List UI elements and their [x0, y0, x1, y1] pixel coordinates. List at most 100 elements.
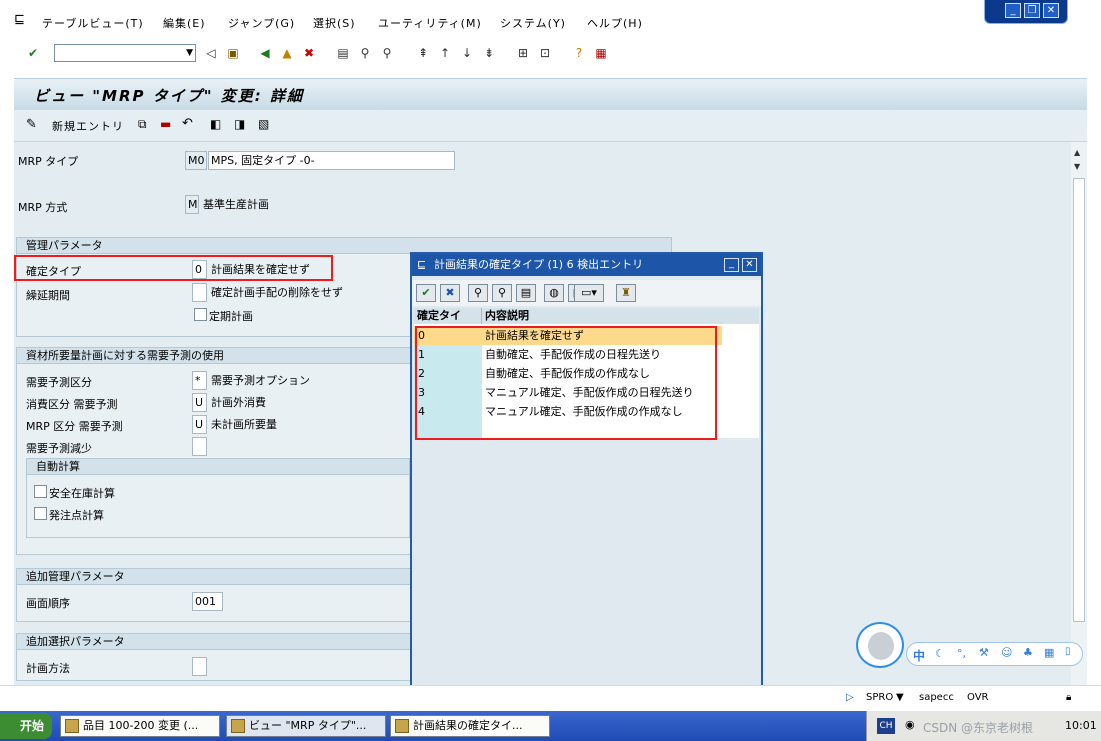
- taskbar-item-label: 品目 100-200 変更 (...: [83, 719, 199, 732]
- save-icon[interactable]: ▣: [224, 44, 242, 62]
- new-session-icon[interactable]: ⊞: [514, 44, 532, 62]
- clock[interactable]: 10:01: [1065, 719, 1097, 732]
- status-bar: ▷ SPRO ▼ sapecc OVR 🔒︎: [0, 685, 1101, 711]
- column-header-description[interactable]: 内容説明: [482, 308, 759, 324]
- exit-icon[interactable]: ▲: [278, 44, 296, 62]
- taskbar-item-label: 計画結果の確定タイ...: [413, 719, 523, 732]
- command-field[interactable]: ▼: [54, 44, 196, 62]
- enter-icon[interactable]: ✔: [24, 44, 42, 62]
- first-page-icon[interactable]: ⇞: [414, 44, 432, 62]
- status-play-icon[interactable]: ▷: [846, 692, 854, 703]
- find-icon[interactable]: ⚲: [468, 284, 488, 302]
- assistant-avatar[interactable]: [856, 622, 904, 668]
- next-page-icon[interactable]: ↓: [458, 44, 476, 62]
- menu-goto[interactable]: ジャンプ(G): [228, 15, 295, 31]
- forecast-reduction-field[interactable]: [192, 437, 207, 456]
- prev-page-icon[interactable]: ↑: [436, 44, 454, 62]
- emoji-icon[interactable]: ☺: [1001, 646, 1012, 659]
- forecast-indicator-description: 需要予測オプション: [211, 374, 310, 387]
- popup-toolbar: ✔ ✖ ⚲ ⚲ ▤ ◍ ▦ ▭▾ ♜: [412, 280, 761, 306]
- moon-icon[interactable]: ☾: [935, 647, 945, 660]
- taskbar-item-firming-type[interactable]: 計画結果の確定タイ...: [390, 715, 550, 737]
- start-button[interactable]: 开始: [0, 713, 52, 739]
- group-title: 追加管理パラメータ: [17, 569, 415, 585]
- consumption-indicator-field[interactable]: U: [192, 393, 207, 412]
- tray-icon[interactable]: ◉: [905, 718, 915, 731]
- menu-table-view[interactable]: テーブルビュー(T): [42, 15, 144, 31]
- rollforward-period-field[interactable]: [192, 283, 207, 302]
- safety-stock-checkbox[interactable]: [34, 485, 47, 498]
- menu-icon[interactable]: ⊑: [14, 12, 25, 27]
- next-entry-icon[interactable]: ◨: [234, 117, 245, 131]
- mrp-procedure-field[interactable]: M: [185, 195, 199, 214]
- periodic-planning-checkbox[interactable]: [194, 308, 207, 321]
- taskbar-item-mrp-view[interactable]: ビュー "MRP タイプ"...: [226, 715, 386, 737]
- select-icon[interactable]: ▧: [258, 117, 269, 131]
- mrp-type-field[interactable]: M0: [185, 151, 207, 170]
- page-title: ビュー "MRP タイプ" 変更: 詳細: [34, 87, 304, 105]
- print-icon[interactable]: ▭▾: [574, 284, 604, 302]
- restore-icon[interactable]: ❐: [1024, 3, 1040, 18]
- group-title: 資材所要量計画に対する需要予測の使用: [17, 348, 415, 364]
- cancel-icon[interactable]: ✖: [440, 284, 460, 302]
- undo-icon[interactable]: ↶: [182, 116, 193, 131]
- delete-icon[interactable]: ▬: [160, 117, 171, 131]
- menu-help[interactable]: ヘルプ(H): [587, 15, 643, 31]
- close-icon[interactable]: ✕: [1043, 3, 1059, 18]
- punct-icon[interactable]: °,: [957, 647, 966, 660]
- mrp-indicator-field[interactable]: U: [192, 415, 207, 434]
- find-next-icon[interactable]: ⚲: [492, 284, 512, 302]
- scroll-thumb[interactable]: [1073, 178, 1085, 622]
- lock-icon[interactable]: ▯: [1065, 646, 1071, 657]
- menu-system[interactable]: システム(Y): [500, 15, 566, 31]
- info-icon[interactable]: ◍: [544, 284, 564, 302]
- language-toggle[interactable]: 中: [913, 647, 925, 664]
- consumption-indicator-description: 計画外消費: [211, 396, 266, 409]
- mrp-procedure-label: MRP 方式: [18, 201, 68, 214]
- popup-minimize-icon[interactable]: _: [724, 258, 739, 272]
- last-page-icon[interactable]: ⇟: [480, 44, 498, 62]
- forecast-reduction-label: 需要予測減少: [26, 442, 92, 455]
- hierarchy-icon[interactable]: ♜: [616, 284, 636, 302]
- help-icon[interactable]: ?: [570, 44, 588, 62]
- new-entries-button[interactable]: 新規エントリ: [52, 118, 124, 134]
- back-arrow-icon[interactable]: ◁: [202, 44, 220, 62]
- group-title: 自動計算: [27, 459, 409, 475]
- planning-method-field[interactable]: [192, 657, 207, 676]
- grid-icon[interactable]: ▦: [1044, 646, 1054, 659]
- menu-selection[interactable]: 選択(S): [313, 15, 356, 31]
- wrench-icon[interactable]: ⚒: [979, 646, 989, 659]
- cancel-icon[interactable]: ✖: [300, 44, 318, 62]
- find-icon[interactable]: ⚲: [356, 44, 374, 62]
- column-header-key[interactable]: 確定タイ: [414, 308, 482, 324]
- confirm-icon[interactable]: ✔: [416, 284, 436, 302]
- copy-icon[interactable]: ⧉: [138, 117, 147, 132]
- menu-edit[interactable]: 編集(E): [163, 15, 206, 31]
- screen-sequence-field[interactable]: 001: [192, 592, 223, 611]
- minimize-icon[interactable]: _: [1005, 3, 1021, 18]
- forecast-indicator-field[interactable]: *: [192, 371, 207, 390]
- taskbar-item-material[interactable]: 品目 100-200 変更 (...: [60, 715, 220, 737]
- system-dropdown-icon[interactable]: ▼: [896, 692, 904, 703]
- window-icon: [231, 719, 245, 733]
- reorder-point-checkbox[interactable]: [34, 507, 47, 520]
- back-icon[interactable]: ◀: [256, 44, 274, 62]
- popup-window-icon: ⊑: [417, 258, 427, 271]
- popup-close-icon[interactable]: ✕: [742, 258, 757, 272]
- print-icon[interactable]: ▤: [334, 44, 352, 62]
- layout-icon[interactable]: ▦: [592, 44, 610, 62]
- find-next-icon[interactable]: ⚲: [378, 44, 396, 62]
- shirt-icon[interactable]: ♣: [1023, 646, 1033, 659]
- group-title: 追加選択パラメータ: [17, 634, 415, 650]
- new-entry-icon[interactable]: ✎: [26, 117, 37, 132]
- previous-entry-icon[interactable]: ◧: [210, 117, 221, 131]
- menu-utilities[interactable]: ユーティリティ(M): [378, 15, 482, 31]
- ime-indicator[interactable]: CH: [877, 718, 895, 734]
- sort-icon[interactable]: ▤: [516, 284, 536, 302]
- forecast-indicator-label: 需要予測区分: [26, 376, 92, 389]
- scroll-up-icon[interactable]: ▲: [1074, 148, 1080, 157]
- vertical-scrollbar[interactable]: ▲ ▼: [1071, 142, 1087, 685]
- shortcut-icon[interactable]: ⊡: [536, 44, 554, 62]
- scroll-down-icon[interactable]: ▼: [1074, 162, 1080, 171]
- chevron-down-icon[interactable]: ▼: [186, 48, 193, 58]
